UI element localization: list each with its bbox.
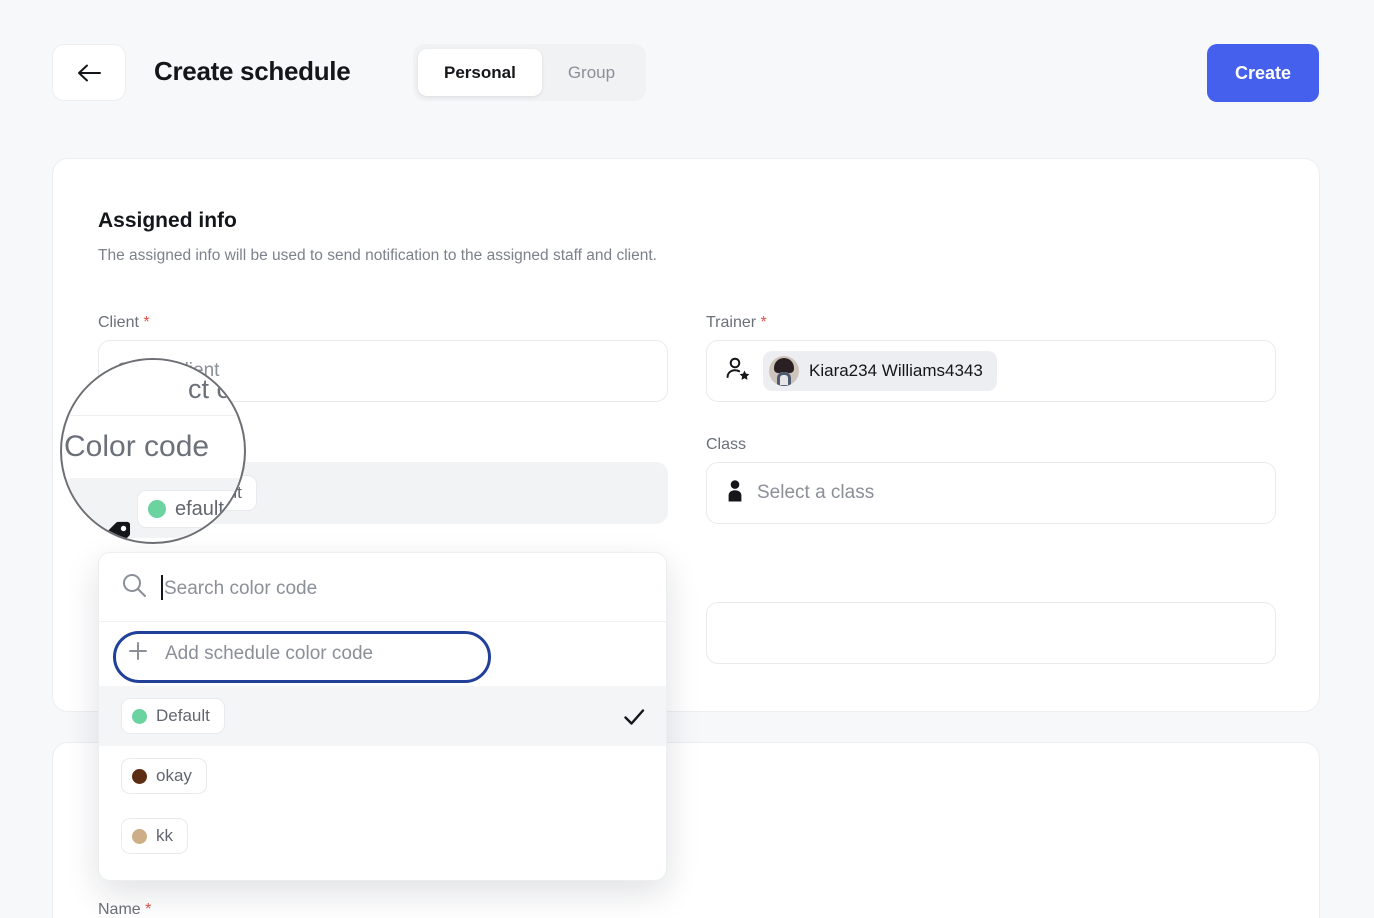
color-option-label: Default — [156, 706, 210, 725]
add-schedule-color-code-button[interactable]: Add schedule color code — [99, 622, 666, 686]
avatar — [769, 356, 799, 386]
color-code-dropdown: Search color code Add schedule color cod… — [98, 552, 667, 881]
class-placeholder: Select a class — [757, 482, 875, 503]
magnifier-content: ct client Color code efault — [62, 360, 244, 542]
magnifier-lens: ct client Color code efault — [60, 358, 246, 544]
field-trainer: Trainer * Kiara234 Williams4343 — [706, 314, 1276, 402]
trainer-name: Kiara234 Williams4343 — [809, 361, 983, 380]
magnified-chip-label: efault — [175, 497, 224, 520]
required-asterisk: * — [760, 314, 767, 331]
name-label: Name * — [98, 901, 152, 918]
color-option-default[interactable]: Default — [99, 686, 666, 746]
add-schedule-color-code-label: Add schedule color code — [165, 643, 374, 664]
magnified-color-chip: efault — [137, 490, 239, 528]
field-name: Name * — [98, 901, 151, 918]
text-caret — [161, 574, 163, 600]
dropdown-bottom-padding — [99, 866, 666, 880]
search-icon — [121, 572, 147, 603]
field-extra — [706, 602, 1276, 664]
back-button[interactable] — [52, 44, 126, 101]
required-asterisk: * — [145, 901, 152, 918]
required-asterisk: * — [143, 314, 150, 331]
class-select[interactable]: Select a class — [706, 462, 1276, 524]
color-option-kk[interactable]: kk — [99, 806, 666, 866]
magnified-client-placeholder: ct client — [188, 374, 244, 404]
section-subtitle: The assigned info will be used to send n… — [98, 247, 657, 264]
color-option-chip: kk — [121, 818, 188, 854]
create-button[interactable]: Create — [1207, 44, 1319, 102]
create-schedule-page: Create schedule Personal Group Create As… — [0, 0, 1374, 918]
page-title: Create schedule — [154, 56, 351, 86]
plus-icon — [127, 640, 149, 668]
person-icon — [725, 479, 745, 508]
search-input-wrapper[interactable]: Search color code — [161, 574, 318, 600]
color-option-chip: okay — [121, 758, 207, 794]
magnified-tag-icon — [100, 518, 134, 542]
color-code-search-row[interactable]: Search color code — [99, 553, 666, 622]
section-title: Assigned info — [98, 209, 237, 232]
color-swatch — [132, 708, 147, 724]
arrow-left-icon — [76, 63, 102, 83]
schedule-type-tabs: Personal Group — [413, 44, 647, 101]
color-swatch — [148, 500, 166, 518]
trainer-chip[interactable]: Kiara234 Williams4343 — [763, 351, 997, 391]
person-star-icon — [725, 356, 751, 387]
color-option-okay[interactable]: okay — [99, 746, 666, 806]
color-option-label: okay — [156, 766, 192, 785]
check-icon — [622, 705, 645, 727]
color-swatch — [132, 768, 147, 784]
search-input-placeholder: Search color code — [164, 577, 318, 599]
magnified-color-code-label: Color code — [64, 430, 210, 463]
class-label: Class — [706, 436, 747, 453]
trainer-select[interactable]: Kiara234 Williams4343 — [706, 340, 1276, 402]
page-header: Create schedule Personal Group Create — [0, 0, 1374, 146]
color-swatch — [132, 828, 147, 844]
tab-personal[interactable]: Personal — [418, 49, 542, 96]
extra-input[interactable] — [706, 602, 1276, 664]
tab-group[interactable]: Group — [542, 49, 641, 96]
color-option-label: kk — [156, 826, 173, 845]
color-option-chip: Default — [121, 698, 225, 734]
client-label: Client * — [98, 314, 150, 331]
field-class: Class Select a class — [706, 436, 1276, 524]
trainer-label: Trainer * — [706, 314, 767, 331]
